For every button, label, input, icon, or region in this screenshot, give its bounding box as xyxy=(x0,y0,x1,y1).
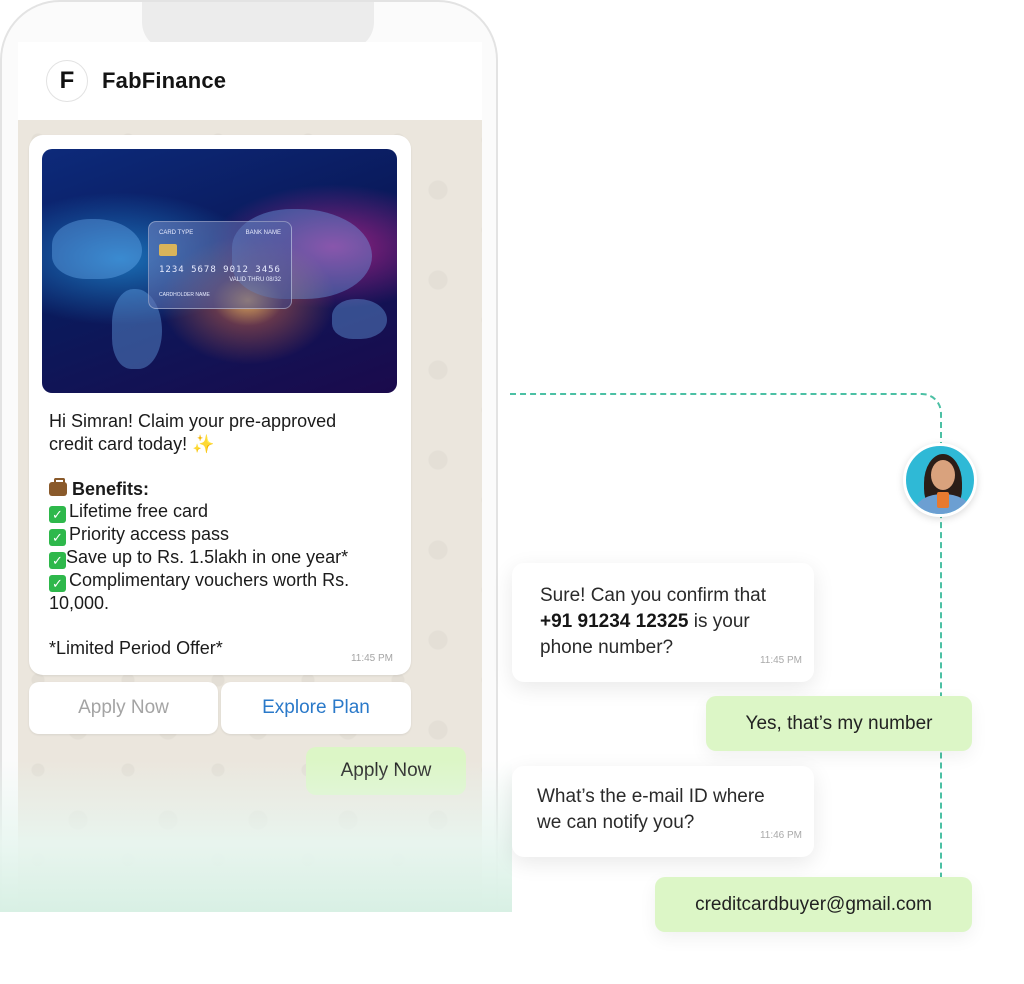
card-number: 1234 5678 9012 3456 xyxy=(159,265,281,275)
benefits-heading: Benefits: xyxy=(49,477,394,501)
map-shape xyxy=(52,219,142,279)
offer-note: *Limited Period Offer* xyxy=(49,638,223,658)
card-graphic: CARD TYPE BANK NAME 1234 5678 9012 3456 … xyxy=(148,221,292,309)
business-name[interactable]: FabFinance xyxy=(102,68,226,94)
card-holder: CARDHOLDER NAME xyxy=(159,292,210,298)
bot-message-phone: Sure! Can you confirm that +91 91234 123… xyxy=(512,563,814,682)
message-time: 11:45 PM xyxy=(759,655,802,666)
benefit-item: ✓ Save up to Rs. 1.5lakh in one year* xyxy=(49,546,394,569)
bot-text: +91 91234 12325 is your xyxy=(540,611,750,632)
check-icon: ✓ xyxy=(49,552,66,569)
bottom-fade xyxy=(0,760,512,912)
explore-plan-button[interactable]: Explore Plan xyxy=(221,682,411,734)
user-avatar xyxy=(903,443,977,517)
bot-text: What’s the e-mail ID where xyxy=(537,786,765,807)
chip-icon xyxy=(159,244,177,256)
message-time: 11:45 PM xyxy=(350,653,393,664)
message-body: Hi Simran! Claim your pre-approved credi… xyxy=(49,410,394,660)
benefit-item: ✓ Lifetime free card xyxy=(49,500,394,523)
chat-header: F FabFinance xyxy=(18,42,482,120)
business-avatar[interactable]: F xyxy=(46,60,88,102)
phone-number: +91 91234 12325 xyxy=(540,611,689,632)
map-shape xyxy=(332,299,387,339)
briefcase-icon xyxy=(49,477,67,496)
phone-icon xyxy=(937,492,949,508)
bot-text: phone number? xyxy=(540,637,674,658)
message-time: 11:46 PM xyxy=(759,830,802,841)
benefit-item: ✓ Complimentary vouchers worth Rs. xyxy=(49,569,394,592)
credit-card-image[interactable]: CARD TYPE BANK NAME 1234 5678 9012 3456 … xyxy=(42,149,397,393)
bank-name-label: BANK NAME xyxy=(245,230,281,236)
user-reply-confirm: Yes, that’s my number xyxy=(706,696,972,751)
user-reply-email: creditcardbuyer@gmail.com xyxy=(655,877,972,932)
message-line: Hi Simran! Claim your pre-approved xyxy=(49,411,337,431)
check-icon: ✓ xyxy=(49,575,66,592)
benefit-item-cont: 10,000. xyxy=(49,593,110,613)
card-valid: VALID THRU 08/32 xyxy=(229,277,281,283)
card-type-label: CARD TYPE xyxy=(159,230,194,236)
sparkle-icon: ✨ xyxy=(192,433,215,454)
message-line: credit card today! ✨ xyxy=(49,433,215,454)
promo-message: CARD TYPE BANK NAME 1234 5678 9012 3456 … xyxy=(29,135,411,675)
bot-message-email: What’s the e-mail ID where we can notify… xyxy=(512,766,814,857)
benefit-item: ✓ Priority access pass xyxy=(49,523,394,546)
apply-now-button[interactable]: Apply Now xyxy=(29,682,218,734)
bot-text: we can notify you? xyxy=(537,812,695,833)
bot-text: Sure! Can you confirm that xyxy=(540,585,766,606)
check-icon: ✓ xyxy=(49,529,66,546)
check-icon: ✓ xyxy=(49,506,66,523)
